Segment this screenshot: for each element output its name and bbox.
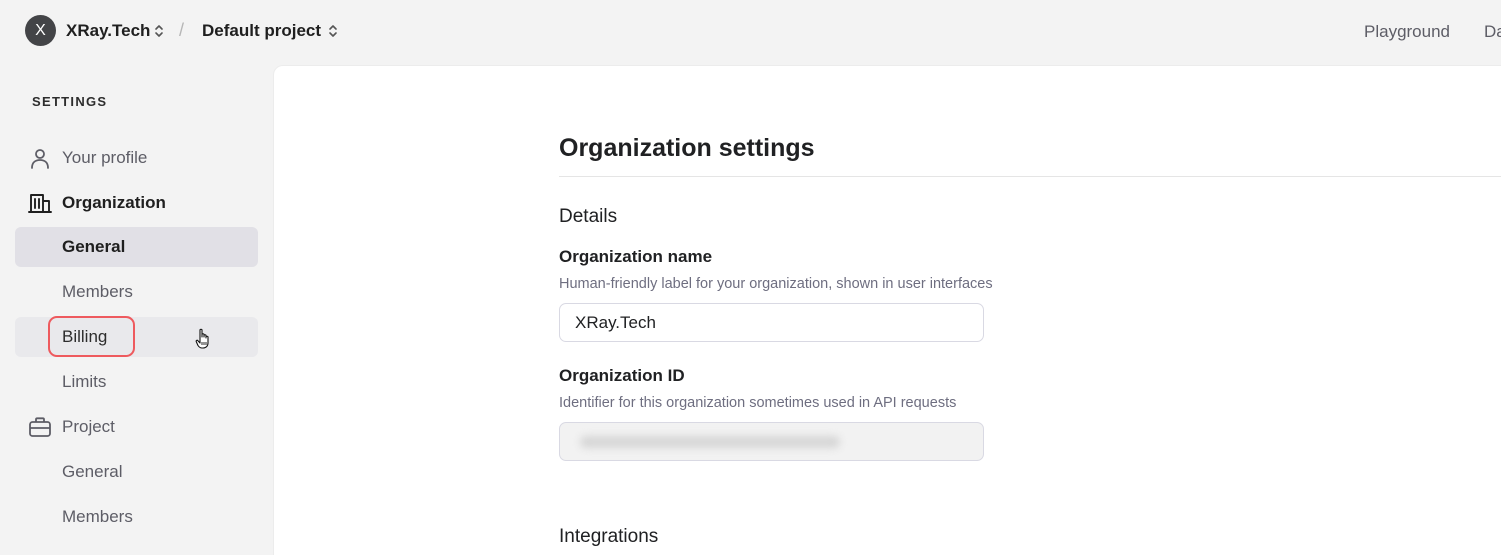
sidebar-item-org-members[interactable]: Members xyxy=(15,272,258,312)
sidebar-item-project-members[interactable]: Members xyxy=(15,497,258,537)
sidebar-item-limits[interactable]: Limits xyxy=(15,362,258,402)
sidebar-item-label: Organization xyxy=(62,193,166,212)
sidebar-item-label: Members xyxy=(62,282,133,301)
org-switcher[interactable]: XRay.Tech xyxy=(66,21,150,41)
sidebar-item-label: Your profile xyxy=(62,148,148,167)
chevron-updown-icon[interactable] xyxy=(154,23,164,39)
org-name-input[interactable] xyxy=(559,303,984,342)
chevron-updown-icon[interactable] xyxy=(328,23,338,39)
top-bar: X XRay.Tech / Default project Playground… xyxy=(0,0,1501,64)
nav-playground[interactable]: Playground xyxy=(1364,22,1450,42)
main-panel: Organization settings Details Organizati… xyxy=(273,65,1501,555)
briefcase-icon xyxy=(29,417,51,437)
sidebar-item-your-profile[interactable]: Your profile xyxy=(15,138,258,178)
sidebar-item-label: Members xyxy=(62,507,133,526)
divider xyxy=(559,176,1501,177)
sidebar-item-label: General xyxy=(62,237,126,256)
sidebar-heading: SETTINGS xyxy=(32,94,108,109)
org-id-label: Organization ID xyxy=(559,366,685,385)
sidebar-item-label: Limits xyxy=(62,372,107,391)
details-heading: Details xyxy=(559,206,618,227)
sidebar-item-project-general[interactable]: General xyxy=(15,452,258,492)
breadcrumb-separator: / xyxy=(179,20,185,40)
org-id-field[interactable] xyxy=(559,422,984,461)
org-id-help: Identifier for this organization sometim… xyxy=(559,395,957,411)
building-icon xyxy=(28,194,52,213)
sidebar-item-org-general[interactable]: General xyxy=(15,227,258,267)
sidebar-item-label: General xyxy=(62,462,123,481)
org-name-label: Organization name xyxy=(559,247,713,266)
project-switcher[interactable]: Default project xyxy=(202,21,321,41)
nav-dashboard[interactable]: Da xyxy=(1484,22,1501,42)
sidebar-item-project[interactable]: Project xyxy=(15,407,258,447)
hand-cursor-icon xyxy=(195,328,209,349)
sidebar-item-organization[interactable]: Organization xyxy=(15,183,258,223)
org-avatar[interactable]: X xyxy=(25,15,56,46)
integrations-heading: Integrations xyxy=(559,526,659,547)
billing-highlight-ring xyxy=(48,316,135,357)
settings-sidebar: SETTINGS Your profile Organization Gener… xyxy=(0,64,273,546)
redacted-org-id xyxy=(580,436,840,448)
person-icon xyxy=(31,149,49,169)
page-title: Organization settings xyxy=(559,134,815,162)
org-name-help: Human-friendly label for your organizati… xyxy=(559,276,993,292)
sidebar-item-label: Project xyxy=(62,417,115,436)
